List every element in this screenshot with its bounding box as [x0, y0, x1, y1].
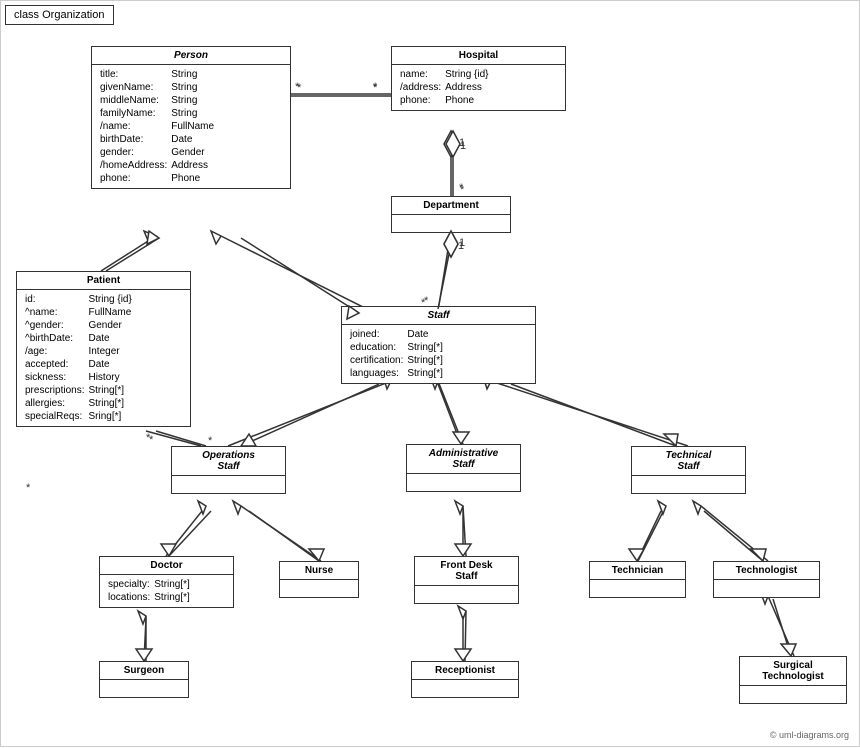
- class-patient: Patient id:String {id} ^name:FullName ^g…: [16, 271, 191, 427]
- class-receptionist: Receptionist: [411, 661, 519, 698]
- svg-text:*: *: [460, 184, 465, 196]
- svg-text:*: *: [149, 434, 154, 446]
- class-ops-staff-body: [172, 476, 285, 493]
- class-receptionist-body: [412, 680, 518, 697]
- class-technologist-header: Technologist: [714, 562, 819, 580]
- class-surgical-tech-body: [740, 686, 846, 703]
- svg-text:*: *: [26, 482, 31, 494]
- class-department: Department: [391, 196, 511, 233]
- class-doctor: Doctor specialty:String[*] locations:Str…: [99, 556, 234, 608]
- class-department-header: Department: [392, 197, 510, 215]
- class-surgeon: Surgeon: [99, 661, 189, 698]
- class-surgeon-body: [100, 680, 188, 697]
- svg-text:*: *: [373, 82, 378, 94]
- diagram-title: class Organization: [5, 5, 114, 25]
- svg-text:1: 1: [459, 137, 465, 149]
- class-patient-body: id:String {id} ^name:FullName ^gender:Ge…: [17, 290, 190, 426]
- class-person-body: title:String givenName:String middleName…: [92, 65, 290, 188]
- class-technician-header: Technician: [590, 562, 685, 580]
- class-surgeon-header: Surgeon: [100, 662, 188, 680]
- svg-text:*: *: [459, 182, 464, 194]
- class-admin-staff: AdministrativeStaff: [406, 444, 521, 492]
- class-nurse-body: [280, 580, 358, 597]
- class-person: Person title:String givenName:String mid…: [91, 46, 291, 189]
- class-admin-staff-header: AdministrativeStaff: [407, 445, 520, 474]
- svg-text:*: *: [146, 432, 151, 444]
- class-receptionist-header: Receptionist: [412, 662, 518, 680]
- class-tech-staff: TechnicalStaff: [631, 446, 746, 494]
- class-doctor-body: specialty:String[*] locations:String[*]: [100, 575, 233, 607]
- class-technician: Technician: [589, 561, 686, 598]
- class-front-desk-body: [415, 586, 518, 603]
- class-hospital-body: name:String {id} /address:Address phone:…: [392, 65, 565, 110]
- class-staff-header: Staff: [342, 307, 535, 325]
- class-doctor-header: Doctor: [100, 557, 233, 575]
- svg-text:1: 1: [460, 140, 466, 152]
- class-technologist: Technologist: [713, 561, 820, 598]
- class-staff-body: joined:Date education:String[*] certific…: [342, 325, 535, 383]
- class-front-desk: Front DeskStaff: [414, 556, 519, 604]
- class-patient-header: Patient: [17, 272, 190, 290]
- svg-text:1: 1: [459, 237, 465, 249]
- class-surgical-tech: SurgicalTechnologist: [739, 656, 847, 704]
- class-hospital-header: Hospital: [392, 47, 565, 65]
- class-nurse-header: Nurse: [280, 562, 358, 580]
- class-staff: Staff joined:Date education:String[*] ce…: [341, 306, 536, 384]
- class-tech-staff-header: TechnicalStaff: [632, 447, 745, 476]
- svg-text:*: *: [295, 81, 300, 93]
- svg-text:*: *: [297, 82, 302, 94]
- class-front-desk-header: Front DeskStaff: [415, 557, 518, 586]
- uml-diagram: class Organization * * 1 * 1 *: [0, 0, 860, 747]
- class-tech-staff-body: [632, 476, 745, 493]
- class-nurse: Nurse: [279, 561, 359, 598]
- class-surgical-tech-header: SurgicalTechnologist: [740, 657, 846, 686]
- class-person-header: Person: [92, 47, 290, 65]
- class-technologist-body: [714, 580, 819, 597]
- class-admin-staff-body: [407, 474, 520, 491]
- svg-text:*: *: [373, 81, 378, 93]
- class-ops-staff: OperationsStaff: [171, 446, 286, 494]
- copyright: © uml-diagrams.org: [770, 730, 849, 740]
- class-hospital: Hospital name:String {id} /address:Addre…: [391, 46, 566, 111]
- class-technician-body: [590, 580, 685, 597]
- class-department-body: [392, 215, 510, 232]
- class-ops-staff-header: OperationsStaff: [172, 447, 285, 476]
- svg-text:1: 1: [458, 240, 464, 252]
